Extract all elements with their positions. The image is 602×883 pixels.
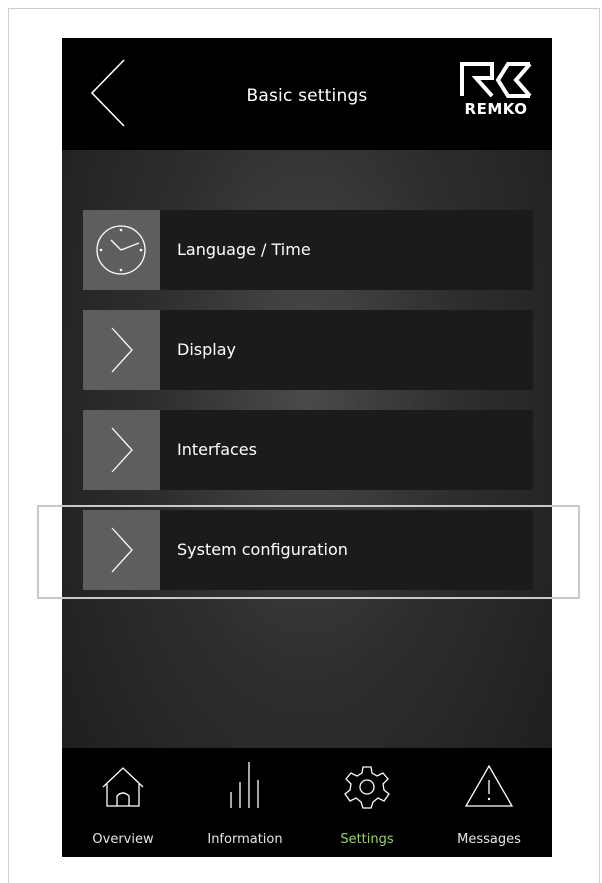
menu-icon-box bbox=[83, 310, 160, 390]
nav-messages[interactable]: Messages bbox=[428, 748, 550, 857]
bars-icon bbox=[230, 762, 259, 808]
home-icon bbox=[102, 767, 144, 807]
menu-item-display[interactable]: Display bbox=[83, 310, 533, 390]
highlight-box bbox=[37, 505, 580, 599]
nav-settings[interactable]: Settings bbox=[306, 748, 428, 857]
chevron-right-icon bbox=[111, 327, 133, 373]
menu-icon-box bbox=[83, 210, 160, 290]
nav-label: Messages bbox=[457, 832, 521, 847]
header-bar: Basic settings REMKO bbox=[62, 38, 552, 150]
chevron-right-icon bbox=[111, 427, 133, 473]
menu-item-label: Language / Time bbox=[177, 240, 311, 259]
brand-logo: REMKO bbox=[458, 60, 534, 124]
nav-information[interactable]: Information bbox=[184, 748, 306, 857]
remko-logo-icon bbox=[460, 62, 532, 98]
nav-label: Information bbox=[207, 832, 283, 847]
menu-item-label: Interfaces bbox=[177, 440, 257, 459]
menu-item-interfaces[interactable]: Interfaces bbox=[83, 410, 533, 490]
warning-icon bbox=[464, 764, 514, 807]
nav-label: Settings bbox=[340, 832, 394, 847]
nav-label: Overview bbox=[92, 832, 154, 847]
gear-icon bbox=[344, 766, 390, 809]
menu-item-label: Display bbox=[177, 340, 236, 359]
clock-icon bbox=[96, 225, 146, 275]
logo-text: REMKO bbox=[464, 100, 528, 118]
menu-item-language-time[interactable]: Language / Time bbox=[83, 210, 533, 290]
menu-icon-box bbox=[83, 410, 160, 490]
nav-overview[interactable]: Overview bbox=[62, 748, 184, 857]
bottom-nav: Overview Information Settings Messages bbox=[62, 748, 552, 857]
device-screen: Basic settings REMKO Language / Time Dis… bbox=[62, 38, 552, 857]
